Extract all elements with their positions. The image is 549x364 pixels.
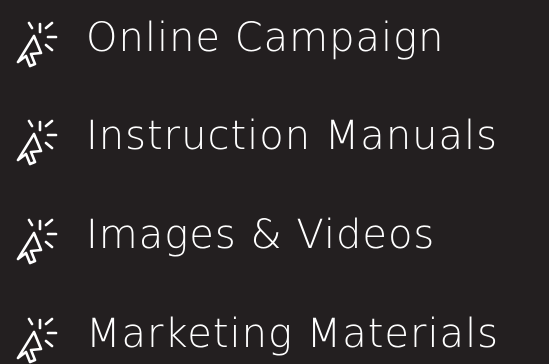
cursor-click-icon [8, 316, 66, 364]
list-item-label: Online Campaign [86, 15, 445, 61]
cursor-click-icon [8, 20, 66, 68]
cursor-click-icon [8, 217, 66, 265]
list-item-label: Instruction Manuals [86, 113, 498, 159]
cursor-click-icon [8, 118, 66, 166]
list-item-label: Images & Videos [86, 212, 436, 258]
list-item-label: Marketing Materials [86, 311, 500, 357]
feature-list: Online Campaign Instruction Manuals Imag… [0, 0, 549, 364]
